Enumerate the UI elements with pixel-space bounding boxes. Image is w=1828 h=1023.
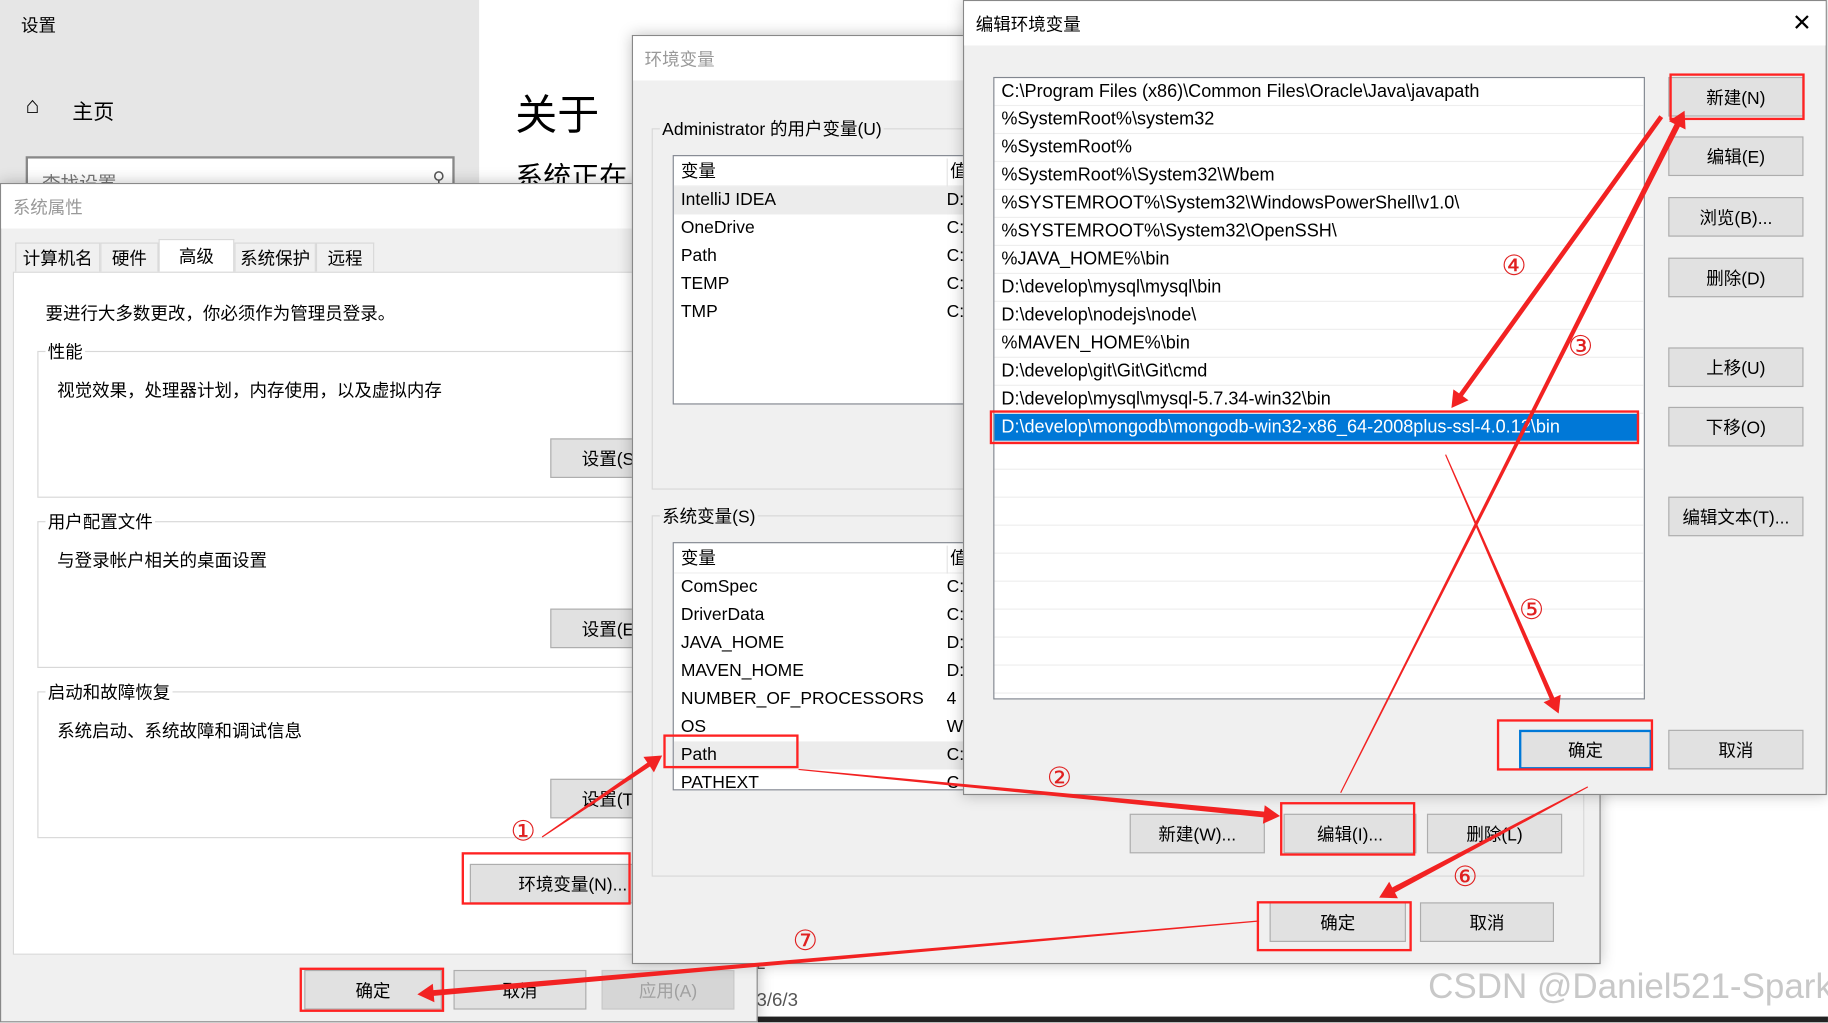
arrow-step-6 xyxy=(1379,786,1589,899)
desktop: 设置 ⌂ 主页 查找设置 ⚲ 关于 系统正在 12 23/6/3 系统属性 计算… xyxy=(0,0,1828,1023)
arrow-step-5 xyxy=(1445,454,1561,714)
arrow-step-2 xyxy=(798,768,1281,824)
step-label-2: ② xyxy=(1046,762,1072,794)
arrow-step-3 xyxy=(1340,110,1686,794)
arrow-step-1 xyxy=(541,755,663,838)
arrow-step-7 xyxy=(417,920,1260,1003)
step-label-4: ④ xyxy=(1501,250,1527,283)
watermark: CSDN @Daniel521-Spark xyxy=(1428,967,1828,1007)
step-label-3: ③ xyxy=(1568,331,1594,363)
step-label-6: ⑥ xyxy=(1452,861,1478,894)
annotation-arrows xyxy=(417,110,1686,1003)
step-label-1: ① xyxy=(510,816,536,848)
step-label-7: ⑦ xyxy=(792,925,818,958)
step-label-5: ⑤ xyxy=(1519,594,1545,627)
